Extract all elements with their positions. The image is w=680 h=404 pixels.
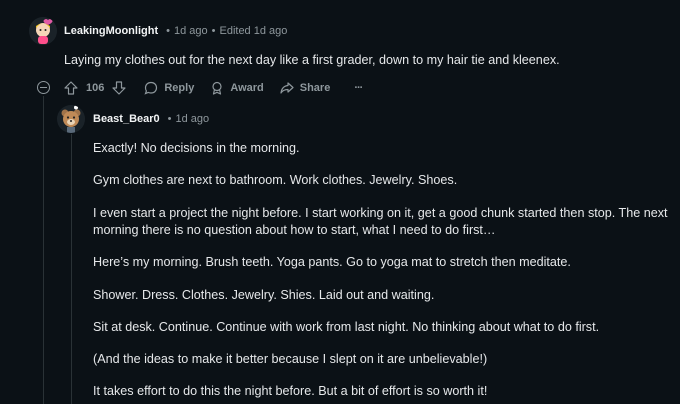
bear-avatar-icon	[57, 105, 85, 133]
reply-label: Reply	[164, 81, 195, 94]
edited-label: Edited 1d ago	[219, 25, 288, 37]
author-name[interactable]: Beast_Bear0	[93, 113, 160, 125]
comment-paragraph: Shower. Dress. Clothes. Jewelry. Shies. …	[93, 288, 435, 302]
award-label: Award	[230, 81, 264, 94]
share-button[interactable]: Share	[280, 81, 331, 95]
avatar[interactable]	[57, 105, 85, 133]
separator-dot: •	[167, 113, 172, 125]
comment-action-bar: 106 Reply Award Share ···	[64, 79, 363, 96]
collapse-thread-button[interactable]	[37, 81, 50, 94]
separator-dot: •	[166, 25, 170, 37]
award-icon	[212, 81, 222, 95]
comment-meta: LeakingMoonlight • 1d ago • Edited 1d ag…	[64, 25, 287, 37]
comment-paragraph: Sit at desk. Continue. Continue with wor…	[93, 320, 600, 334]
timestamp[interactable]: 1d ago	[176, 113, 210, 125]
separator-dot: •	[211, 25, 216, 37]
thread-line-parent[interactable]	[43, 96, 44, 404]
share-icon	[280, 81, 294, 94]
comment-paragraph: Here’s my morning. Brush teeth. Yoga pan…	[93, 255, 571, 269]
reply-button[interactable]: Reply	[144, 81, 194, 95]
comment-paragraph: It takes effort to do this the night bef…	[93, 384, 488, 398]
comment-body: Laying my clothes out for the next day l…	[64, 53, 560, 67]
upvote-icon[interactable]	[64, 80, 78, 95]
more-options-button[interactable]: ···	[354, 82, 363, 94]
timestamp[interactable]: 1d ago	[174, 25, 208, 37]
snoo-avatar-icon	[29, 17, 57, 45]
vote-count: 106	[86, 81, 105, 94]
comment-meta: Beast_Bear0 • 1d ago	[93, 113, 209, 125]
share-label: Share	[299, 81, 331, 94]
comment-paragraph: Gym clothes are next to bathroom. Work c…	[93, 173, 458, 187]
avatar[interactable]	[29, 17, 57, 45]
thread-line-reply[interactable]	[71, 134, 72, 404]
author-name[interactable]: LeakingMoonlight	[64, 25, 158, 37]
speech-bubble-icon	[144, 81, 158, 95]
award-button[interactable]: Award	[210, 81, 264, 95]
comment-paragraph: (And the ideas to make it better because…	[93, 352, 488, 366]
comment-paragraph: Exactly! No decisions in the morning.	[93, 141, 300, 155]
comment-paragraph: I even start a project the night before.…	[93, 206, 668, 237]
downvote-icon[interactable]	[112, 80, 126, 95]
